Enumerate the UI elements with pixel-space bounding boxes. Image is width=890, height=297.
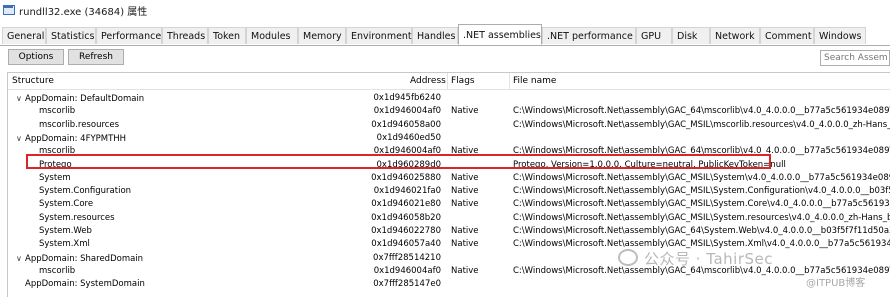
tree-row-appdomain[interactable]: ∨ AppDomain: DefaultDomain 0x1d945fb6240: [8, 92, 890, 105]
row-flags: Native: [451, 226, 479, 236]
tree-row-assembly[interactable]: System.resources 0x1d946058b20 C:\Window…: [8, 212, 890, 225]
tab-token[interactable]: Token: [208, 27, 246, 44]
tab-strip: General Statistics Performance Threads T…: [0, 24, 890, 46]
row-flags: Native: [451, 239, 479, 250]
tab-comment[interactable]: Comment: [760, 27, 814, 44]
tab-handles[interactable]: Handles: [412, 27, 458, 44]
wechat-logo-icon: [618, 249, 638, 266]
tab-modules[interactable]: Modules: [246, 27, 298, 44]
window-titlebar: rundll32.exe (34684) 属性: [0, 0, 890, 20]
row-address: 0x1d946025880: [371, 172, 441, 183]
tab-statistics[interactable]: Statistics: [46, 27, 96, 44]
row-flags: [451, 92, 511, 105]
row-address: 0x7fff28514210: [373, 252, 441, 263]
tree-row-appdomain[interactable]: ∨ AppDomain: 4FYPMTHH 0x1d9460ed50: [8, 132, 890, 145]
column-header-flags[interactable]: Flags: [451, 73, 475, 89]
row-address: 0x1d946057a40: [371, 239, 441, 250]
row-address: 0x1d946021fa0: [373, 186, 441, 197]
refresh-button[interactable]: Refresh: [68, 49, 124, 65]
tab-performance[interactable]: Performance: [96, 27, 162, 44]
row-address: 0x1d946058b20: [371, 212, 441, 223]
tab-general[interactable]: General: [2, 27, 46, 44]
tab-windows[interactable]: Windows: [814, 27, 866, 44]
row-file-name: C:\Windows\Microsoft.Net\assembly\GAC_MS…: [513, 199, 890, 210]
row-flags: [451, 252, 511, 265]
tab-memory[interactable]: Memory: [298, 27, 346, 44]
row-file-name: C:\Windows\Microsoft.Net\assembly\GAC_MS…: [513, 172, 890, 183]
column-divider[interactable]: [509, 73, 510, 89]
row-flags: Native: [451, 199, 479, 210]
row-structure: AppDomain: 4FYPMTHH: [25, 133, 127, 144]
chevron-down-icon[interactable]: ∨: [16, 252, 25, 265]
tree-row-assembly[interactable]: System.Web 0x1d946022780 Native C:\Windo…: [8, 225, 890, 238]
row-flags: Native: [451, 186, 479, 197]
row-structure: AppDomain: DefaultDomain: [25, 94, 145, 104]
tab-gpu[interactable]: GPU: [636, 27, 672, 44]
tab-threads[interactable]: Threads: [162, 27, 208, 44]
row-flags: [451, 212, 511, 225]
watermark-itpub: @ITPUB博客: [806, 278, 866, 289]
column-header-row: Structure Address Flags File name: [8, 73, 890, 90]
column-header-address[interactable]: Address: [410, 73, 446, 89]
row-file-name: C:\Windows\Microsoft.Net\assembly\GAC_MS…: [513, 212, 890, 223]
highlight-box-protego: [26, 154, 771, 169]
column-header-file-name[interactable]: File name: [513, 73, 556, 89]
row-file-name: C:\Windows\Microsoft.Net\assembly\GAC_MS…: [513, 186, 890, 197]
column-divider[interactable]: [447, 73, 448, 89]
options-button[interactable]: Options: [8, 49, 64, 65]
row-address: 0x1d945fb6240: [373, 93, 442, 103]
search-input[interactable]: Search Assem: [820, 50, 890, 66]
tab-disk[interactable]: Disk: [672, 27, 710, 44]
row-file-name: C:\Windows\Microsoft.Net\assembly\GAC_MS…: [513, 119, 890, 130]
watermark-text: 公众号 · TahirSec: [644, 250, 774, 268]
application-window-icon: [3, 5, 15, 15]
row-address: 0x1d946058a00: [371, 119, 441, 130]
row-structure: AppDomain: SystemDomain: [25, 279, 145, 290]
row-file-name: C:\Windows\Microsoft.Net\assembly\GAC_64…: [513, 106, 890, 117]
tab-net-performance[interactable]: .NET performance: [542, 27, 636, 44]
row-flags: [451, 132, 511, 145]
tree-row-assembly[interactable]: System.Configuration 0x1d946021fa0 Nativ…: [8, 185, 890, 198]
row-address: 0x1d946004af0: [373, 106, 441, 117]
row-flags: [451, 278, 511, 291]
row-address: 0x1d946004af0: [373, 265, 441, 276]
row-flags: [451, 119, 511, 132]
watermark-wechat: 公众号 · TahirSec: [618, 248, 773, 269]
window-title: rundll32.exe (34684) 属性: [19, 6, 148, 18]
tree-row-assembly[interactable]: mscorlib.resources 0x1d946058a00 C:\Wind…: [8, 119, 890, 132]
row-address: 0x1d946022780: [371, 226, 441, 236]
column-header-structure[interactable]: Structure: [12, 73, 54, 89]
tab-network[interactable]: Network: [710, 27, 760, 44]
row-flags: Native: [451, 106, 479, 117]
tree-row-assembly[interactable]: mscorlib 0x1d946004af0 Native C:\Windows…: [8, 105, 890, 118]
row-file-name: [513, 132, 890, 145]
toolbar: Options Refresh Search Assem: [0, 47, 890, 69]
tab-environment[interactable]: Environment: [346, 27, 412, 44]
chevron-down-icon[interactable]: ∨: [16, 132, 25, 145]
row-address: 0x1d946021e80: [371, 199, 441, 210]
tree-row-assembly[interactable]: System.Core 0x1d946021e80 Native C:\Wind…: [8, 198, 890, 211]
chevron-down-icon[interactable]: ∨: [16, 92, 25, 105]
tab-net-assemblies[interactable]: .NET assemblies: [458, 24, 542, 45]
row-file-name: C:\Windows\Microsoft.Net\assembly\GAC_64…: [513, 226, 890, 236]
row-file-name: [513, 92, 890, 105]
row-flags: Native: [451, 265, 479, 276]
row-address: 0x1d9460ed50: [376, 132, 441, 143]
tree-row-appdomain[interactable]: AppDomain: SystemDomain 0x7fff285147e0: [8, 278, 890, 291]
row-flags: Native: [451, 172, 479, 183]
row-structure: AppDomain: SharedDomain: [25, 253, 144, 264]
tree-row-assembly[interactable]: System 0x1d946025880 Native C:\Windows\M…: [8, 172, 890, 185]
row-address: 0x7fff285147e0: [373, 279, 441, 290]
